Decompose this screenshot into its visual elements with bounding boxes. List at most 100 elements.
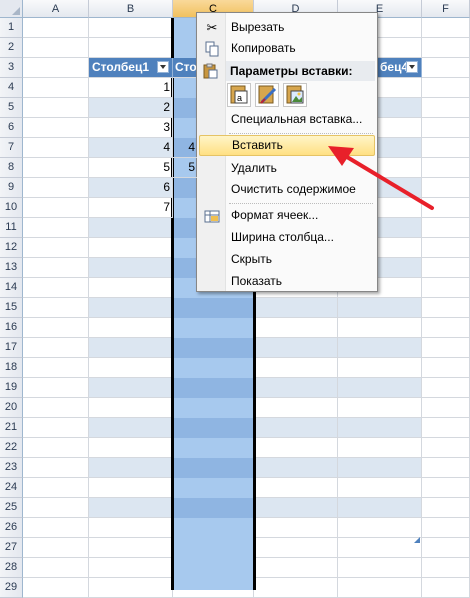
cell[interactable] (422, 518, 470, 538)
cell-b9[interactable]: 6 (89, 178, 173, 198)
cell[interactable] (338, 458, 422, 478)
row-header-12[interactable]: 12 (0, 238, 23, 258)
cell[interactable] (422, 118, 470, 138)
cell[interactable] (422, 298, 470, 318)
row-header-5[interactable]: 5 (0, 98, 23, 118)
row-header-27[interactable]: 27 (0, 538, 23, 558)
table-resize-handle[interactable] (414, 532, 420, 543)
cell[interactable] (254, 298, 338, 318)
cell[interactable] (422, 318, 470, 338)
cell[interactable] (89, 38, 173, 58)
cell[interactable] (23, 58, 89, 78)
cell[interactable] (89, 218, 173, 238)
row-header-20[interactable]: 20 (0, 398, 23, 418)
table-header-col2[interactable]: Сто (173, 58, 197, 78)
cell[interactable] (23, 198, 89, 218)
cell[interactable] (338, 558, 422, 578)
paste-picture-button[interactable] (283, 83, 307, 107)
row-header-6[interactable]: 6 (0, 118, 23, 138)
row-header-3[interactable]: 3 (0, 58, 23, 78)
cell[interactable] (89, 278, 173, 298)
cell-c-partial[interactable]: 5 (173, 158, 197, 178)
row-header-2[interactable]: 2 (0, 38, 23, 58)
cell[interactable] (23, 178, 89, 198)
cell[interactable] (23, 138, 89, 158)
cell[interactable] (338, 478, 422, 498)
cell[interactable] (89, 338, 173, 358)
cell[interactable] (422, 558, 470, 578)
cell[interactable] (338, 298, 422, 318)
cell[interactable] (89, 318, 173, 338)
cell[interactable] (89, 538, 173, 558)
cell[interactable] (338, 338, 422, 358)
cell[interactable] (338, 498, 422, 518)
table-header-col1[interactable]: Столбец1 (89, 58, 173, 78)
cell[interactable] (338, 438, 422, 458)
cell[interactable] (422, 78, 470, 98)
cell[interactable] (23, 398, 89, 418)
cell[interactable] (89, 558, 173, 578)
cell[interactable] (23, 318, 89, 338)
cell[interactable] (422, 38, 470, 58)
cell[interactable] (422, 58, 470, 78)
menu-item-copy[interactable]: Копировать (199, 38, 375, 59)
row-header-16[interactable]: 16 (0, 318, 23, 338)
cell[interactable] (23, 498, 89, 518)
cell[interactable] (89, 518, 173, 538)
cell[interactable] (338, 518, 422, 538)
row-header-23[interactable]: 23 (0, 458, 23, 478)
row-header-19[interactable]: 19 (0, 378, 23, 398)
row-header-10[interactable]: 10 (0, 198, 23, 218)
cell[interactable] (254, 358, 338, 378)
row-header-14[interactable]: 14 (0, 278, 23, 298)
cell[interactable] (422, 458, 470, 478)
cell[interactable] (338, 378, 422, 398)
cell[interactable] (23, 438, 89, 458)
cell[interactable] (254, 318, 338, 338)
cell[interactable] (254, 538, 338, 558)
filter-dropdown-icon[interactable] (157, 61, 169, 73)
cell[interactable] (254, 478, 338, 498)
row-header-25[interactable]: 25 (0, 498, 23, 518)
row-header-15[interactable]: 15 (0, 298, 23, 318)
cell[interactable] (254, 518, 338, 538)
cell[interactable] (422, 218, 470, 238)
cell[interactable] (422, 478, 470, 498)
cell[interactable] (23, 338, 89, 358)
cell[interactable] (422, 238, 470, 258)
paste-values-button[interactable]: a (227, 83, 251, 107)
cell-b6[interactable]: 3 (89, 118, 173, 138)
row-header-1[interactable]: 1 (0, 18, 23, 38)
row-header-17[interactable]: 17 (0, 338, 23, 358)
cell[interactable] (23, 258, 89, 278)
cell[interactable] (338, 318, 422, 338)
row-header-29[interactable]: 29 (0, 578, 23, 598)
cell[interactable] (338, 578, 422, 598)
cell[interactable] (23, 158, 89, 178)
cell[interactable] (254, 578, 338, 598)
filter-dropdown-icon[interactable] (406, 61, 418, 73)
cell[interactable] (254, 398, 338, 418)
cell[interactable] (422, 438, 470, 458)
row-header-28[interactable]: 28 (0, 558, 23, 578)
cell[interactable] (422, 258, 470, 278)
cell[interactable] (338, 538, 422, 558)
cell[interactable] (338, 398, 422, 418)
cell-b10[interactable]: 7 (89, 198, 173, 218)
cell[interactable] (89, 418, 173, 438)
cell[interactable] (338, 358, 422, 378)
cell[interactable] (422, 378, 470, 398)
cell[interactable] (23, 18, 89, 38)
cell[interactable] (23, 518, 89, 538)
cell[interactable] (89, 378, 173, 398)
cell-b8[interactable]: 5 (89, 158, 173, 178)
row-header-18[interactable]: 18 (0, 358, 23, 378)
cell[interactable] (23, 118, 89, 138)
cell[interactable] (254, 438, 338, 458)
cell[interactable] (254, 498, 338, 518)
cell[interactable] (422, 278, 470, 298)
menu-item-cut[interactable]: ✂ Вырезать (199, 17, 375, 38)
cell[interactable] (422, 418, 470, 438)
row-header-7[interactable]: 7 (0, 138, 23, 158)
cell[interactable] (89, 358, 173, 378)
